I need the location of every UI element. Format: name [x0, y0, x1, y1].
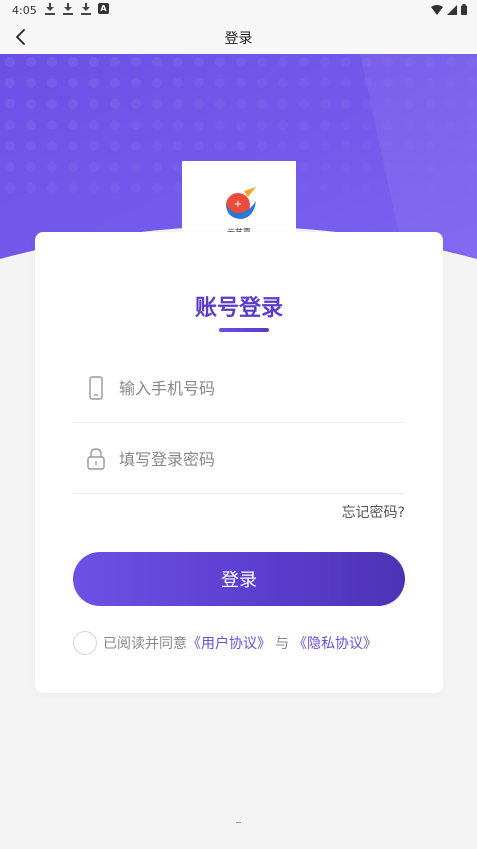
- phone-input[interactable]: [117, 370, 391, 406]
- download-icon: [80, 3, 92, 15]
- card-title: 账号登录: [194, 296, 283, 321]
- login-card: 账号登录 忘记密码? 登录 已阅读并同意 《用户协议》 与 《隐私协议》: [35, 232, 443, 693]
- status-bar: 4:05 A: [0, 0, 477, 20]
- app-notification-icon: A: [98, 3, 109, 14]
- login-button[interactable]: 登录: [73, 552, 405, 606]
- forgot-password-link[interactable]: 忘记密码?: [342, 502, 405, 522]
- app-logo: + 云艺嘉: [182, 161, 296, 241]
- agreement-row: 已阅读并同意 《用户协议》 与 《隐私协议》: [73, 631, 377, 655]
- agree-checkbox[interactable]: [73, 631, 97, 655]
- svg-text:+: +: [234, 199, 242, 210]
- home-indicator: [236, 822, 241, 823]
- password-input[interactable]: [117, 441, 391, 477]
- agree-prefix-text: 已阅读并同意: [103, 636, 187, 652]
- nav-bar: 登录: [0, 20, 477, 54]
- user-agreement-link[interactable]: 《用户协议》: [187, 633, 271, 653]
- download-icon: [62, 3, 74, 15]
- wifi-icon: [431, 4, 443, 15]
- agree-and-text: 与: [275, 636, 289, 652]
- download-icon: [44, 3, 56, 15]
- status-time: 4:05: [12, 4, 37, 17]
- system-icons: [431, 4, 467, 15]
- phone-icon: [89, 376, 103, 400]
- password-field: [73, 423, 405, 494]
- privacy-policy-link[interactable]: 《隐私协议》: [293, 633, 377, 653]
- signal-icon: [447, 4, 457, 15]
- phone-field: [73, 352, 405, 423]
- lock-icon: [87, 448, 105, 470]
- page-title: 登录: [224, 31, 253, 47]
- title-underline: [219, 328, 269, 332]
- battery-icon: [461, 4, 467, 15]
- notification-icons: A: [44, 3, 109, 15]
